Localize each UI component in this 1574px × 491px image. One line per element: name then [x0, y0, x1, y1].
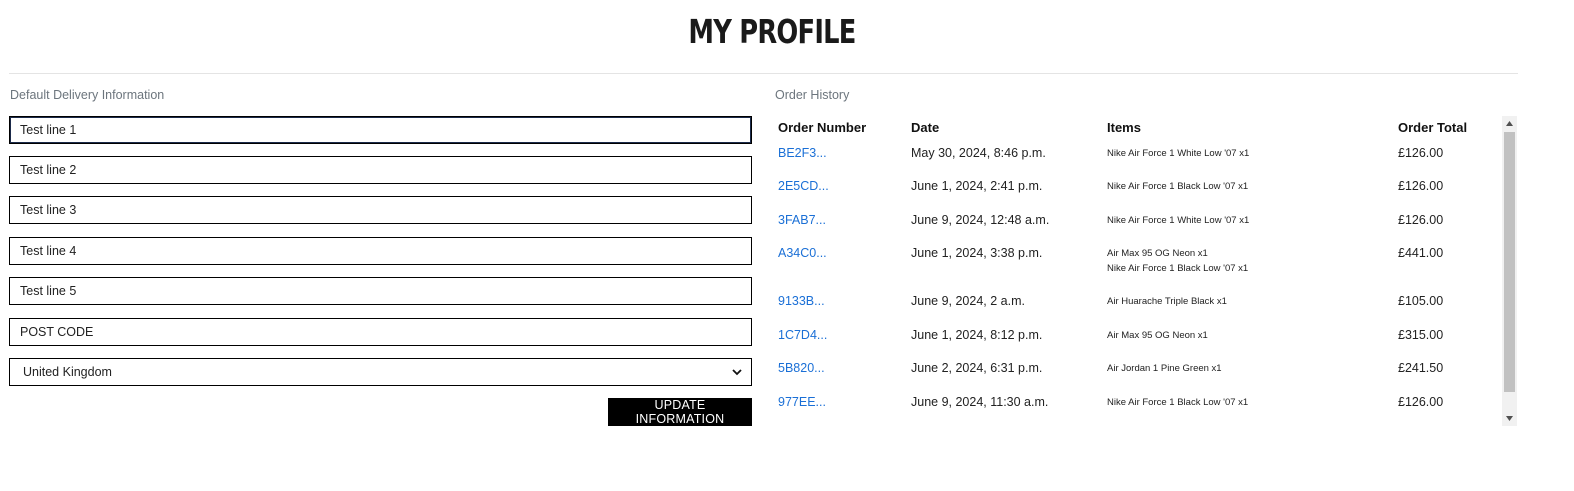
order-items: Nike Air Force 1 Black Low '07 x1: [1107, 179, 1248, 194]
order-date: May 30, 2024, 8:46 p.m.: [911, 146, 1046, 160]
postcode-value: POST CODE: [20, 325, 94, 339]
order-total: £315.00: [1398, 328, 1444, 342]
order-history-label: Order History: [775, 88, 850, 102]
order-date: June 9, 2024, 11:30 a.m.: [911, 395, 1049, 409]
address-line-1-field[interactable]: Test line 1: [9, 116, 752, 144]
order-date: June 1, 2024, 2:41 p.m.: [911, 179, 1043, 193]
order-items: Air Max 95 OG Neon x1 Nike Air Force 1 B…: [1107, 246, 1248, 276]
order-item: Air Jordan 1 Pine Green x1: [1107, 363, 1222, 374]
address-line-4-value: Test line 4: [20, 244, 77, 258]
delivery-section-label: Default Delivery Information: [10, 88, 165, 102]
order-items: Nike Air Force 1 White Low '07 x1: [1107, 213, 1249, 228]
update-information-button[interactable]: UPDATE INFORMATION: [608, 398, 752, 426]
items-header: Items: [1107, 120, 1141, 135]
order-number-header: Order Number: [778, 120, 867, 135]
order-items: Air Huarache Triple Black x1: [1107, 294, 1227, 309]
order-number-link[interactable]: A34C0...: [778, 246, 827, 260]
country-select[interactable]: United Kingdom: [9, 358, 752, 386]
address-line-2-value: Test line 2: [20, 163, 77, 177]
order-item: Nike Air Force 1 Black Low '07 x1: [1107, 263, 1249, 274]
order-total: £241.50: [1398, 361, 1444, 375]
order-item: Air Huarache Triple Black x1: [1107, 296, 1227, 307]
address-line-1-value: Test line 1: [20, 123, 77, 137]
order-date: June 1, 2024, 3:38 p.m.: [911, 246, 1043, 260]
order-total: £126.00: [1398, 395, 1444, 409]
scrollbar-thumb[interactable]: [1504, 132, 1515, 392]
address-line-5-value: Test line 5: [20, 284, 77, 298]
page-title: MY PROFILE: [688, 12, 856, 51]
chevron-down-icon: [732, 369, 742, 376]
scroll-down-arrow-icon[interactable]: [1502, 411, 1517, 426]
order-item: Air Max 95 OG Neon x1: [1107, 330, 1208, 341]
order-date: June 9, 2024, 12:48 a.m.: [911, 213, 1050, 227]
address-line-5-field[interactable]: Test line 5: [9, 277, 752, 305]
order-number-link[interactable]: 5B820...: [778, 361, 825, 375]
order-number-link[interactable]: 9133B...: [778, 294, 825, 308]
postcode-field[interactable]: POST CODE: [9, 318, 752, 346]
order-items: Nike Air Force 1 White Low '07 x1: [1107, 146, 1249, 161]
order-number-link[interactable]: 977EE...: [778, 395, 826, 409]
order-total: £105.00: [1398, 294, 1444, 308]
date-header: Date: [911, 120, 940, 135]
country-select-value: United Kingdom: [23, 365, 112, 379]
address-line-3-value: Test line 3: [20, 203, 77, 217]
order-items: Nike Air Force 1 Black Low '07 x1: [1107, 395, 1248, 410]
order-date: June 2, 2024, 6:31 p.m.: [911, 361, 1043, 375]
order-total: £441.00: [1398, 246, 1444, 260]
address-line-2-field[interactable]: Test line 2: [9, 156, 752, 184]
scroll-up-arrow-icon[interactable]: [1502, 116, 1517, 131]
order-history-table[interactable]: Order Number Date Items Order Total BE2F…: [774, 116, 1502, 426]
order-number-link[interactable]: BE2F3...: [778, 146, 827, 160]
order-total: £126.00: [1398, 213, 1444, 227]
order-history-scrollbar[interactable]: [1502, 116, 1517, 426]
order-item: Nike Air Force 1 Black Low '07 x1: [1107, 397, 1249, 408]
order-number-link[interactable]: 1C7D4...: [778, 328, 827, 342]
order-item: Nike Air Force 1 White Low '07 x1: [1107, 215, 1250, 226]
order-number-link[interactable]: 2E5CD...: [778, 179, 829, 193]
address-line-4-field[interactable]: Test line 4: [9, 237, 752, 265]
order-item: Nike Air Force 1 White Low '07 x1: [1107, 148, 1250, 159]
address-line-3-field[interactable]: Test line 3: [9, 196, 752, 224]
order-total-header: Order Total: [1398, 120, 1468, 135]
order-date: June 9, 2024, 2 a.m.: [911, 294, 1025, 308]
title-divider: [9, 73, 1518, 74]
order-total: £126.00: [1398, 179, 1444, 193]
order-total: £126.00: [1398, 146, 1444, 160]
order-items: Air Jordan 1 Pine Green x1: [1107, 361, 1222, 376]
order-number-link[interactable]: 3FAB7...: [778, 213, 826, 227]
order-item: Air Max 95 OG Neon x1: [1107, 248, 1208, 259]
order-items: Air Max 95 OG Neon x1: [1107, 328, 1208, 343]
order-item: Nike Air Force 1 Black Low '07 x1: [1107, 181, 1249, 192]
order-date: June 1, 2024, 8:12 p.m.: [911, 328, 1043, 342]
